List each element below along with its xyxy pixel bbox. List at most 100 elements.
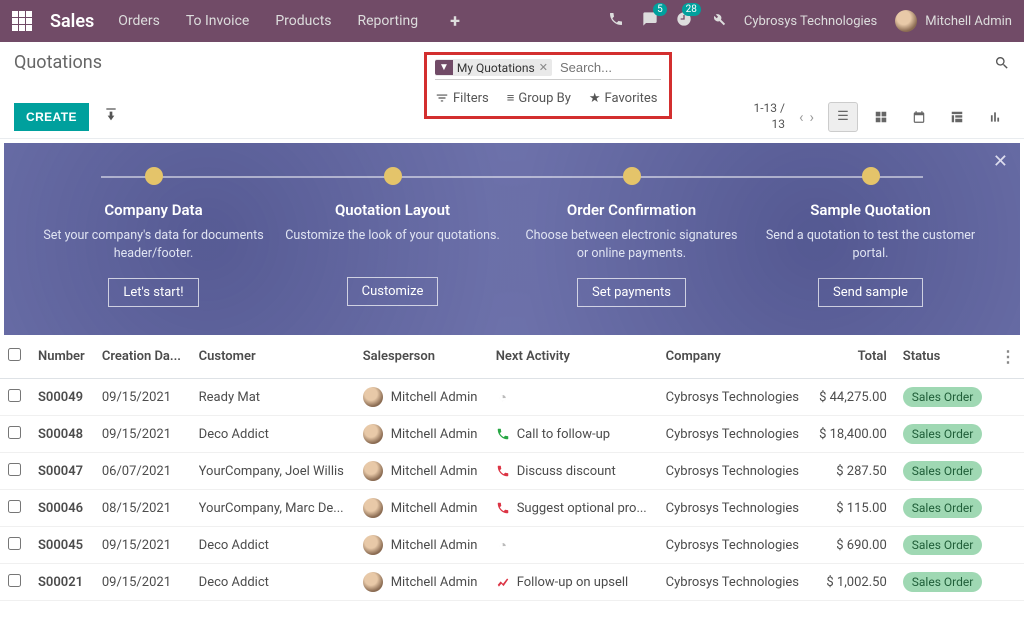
create-button[interactable]: CREATE xyxy=(14,103,89,131)
row-checkbox[interactable] xyxy=(8,537,21,550)
table-row[interactable]: S00048 09/15/2021 Deco Addict Mitchell A… xyxy=(0,416,1024,453)
pager[interactable]: 1-13 / 13 xyxy=(753,101,784,132)
step-action-button[interactable]: Set payments xyxy=(577,278,686,307)
cell-salesperson: Mitchell Admin xyxy=(355,379,488,416)
table-row[interactable]: S00047 06/07/2021 YourCompany, Joel Will… xyxy=(0,453,1024,490)
row-checkbox[interactable] xyxy=(8,426,21,439)
column-options-icon[interactable]: ⋮ xyxy=(1000,347,1016,366)
messages-icon[interactable]: 5 xyxy=(642,11,658,31)
col-status[interactable]: Status xyxy=(895,335,992,379)
phone-icon[interactable] xyxy=(496,464,510,478)
view-list-icon[interactable]: ☰ xyxy=(828,102,858,132)
view-pivot-icon[interactable] xyxy=(942,102,972,132)
row-checkbox[interactable] xyxy=(8,574,21,587)
cell-total: $ 690.00 xyxy=(810,527,895,564)
cell-company: Cybrosys Technologies xyxy=(658,601,810,602)
brand[interactable]: Sales xyxy=(50,11,94,32)
col-date[interactable]: Creation Da... xyxy=(94,335,191,379)
avatar-icon xyxy=(363,461,383,481)
cell-total: $ 115.00 xyxy=(810,490,895,527)
col-activity[interactable]: Next Activity xyxy=(488,335,658,379)
row-checkbox[interactable] xyxy=(8,500,21,513)
phone-icon[interactable] xyxy=(496,427,510,441)
step-action-button[interactable]: Send sample xyxy=(818,278,923,307)
menu-orders[interactable]: Orders xyxy=(118,13,160,29)
chart-icon[interactable] xyxy=(496,575,510,589)
col-total[interactable]: Total xyxy=(810,335,895,379)
cell-date: 09/15/2021 xyxy=(94,527,191,564)
col-customer[interactable]: Customer xyxy=(191,335,355,379)
apps-icon[interactable] xyxy=(12,11,36,31)
facet-remove-icon[interactable]: ✕ xyxy=(539,61,548,74)
cell-customer: Deco Addict xyxy=(191,527,355,564)
status-badge: Sales Order xyxy=(903,498,983,518)
messages-badge: 5 xyxy=(653,3,667,16)
cell-date: 06/07/2021 xyxy=(94,453,191,490)
view-kanban-icon[interactable] xyxy=(866,102,896,132)
step-dot-icon xyxy=(862,167,880,185)
col-number[interactable]: Number xyxy=(30,335,94,379)
step-title: Quotation Layout xyxy=(281,201,504,219)
onboarding-step: Company Data Set your company's data for… xyxy=(34,167,273,307)
cell-company: Cybrosys Technologies xyxy=(658,527,810,564)
step-desc: Send a quotation to test the customer po… xyxy=(759,227,982,262)
table-row[interactable]: S00046 08/15/2021 YourCompany, Marc De..… xyxy=(0,490,1024,527)
menu-new-icon[interactable]: + xyxy=(450,11,460,32)
cell-total: $ 44,275.00 xyxy=(810,379,895,416)
cell-number: S00047 xyxy=(30,453,94,490)
cell-salesperson: Mitchell Admin xyxy=(355,564,488,601)
download-icon[interactable] xyxy=(103,107,119,127)
cell-activity: Call to follow-up xyxy=(488,416,658,453)
favorites-button[interactable]: ★ Favorites xyxy=(589,90,658,106)
col-company[interactable]: Company xyxy=(658,335,810,379)
pager-prev-icon[interactable]: ‹ xyxy=(799,108,804,126)
table-row[interactable]: S00045 09/15/2021 Deco Addict Mitchell A… xyxy=(0,527,1024,564)
clock-icon[interactable]: ◔ xyxy=(496,389,510,406)
cell-activity: Discuss discount xyxy=(488,453,658,490)
cell-total: $ 287.50 xyxy=(810,453,895,490)
close-icon[interactable]: ✕ xyxy=(993,151,1008,172)
user-menu[interactable]: Mitchell Admin xyxy=(895,10,1012,32)
view-graph-icon[interactable] xyxy=(980,102,1010,132)
tools-icon[interactable] xyxy=(710,11,726,31)
filters-button[interactable]: Filters xyxy=(435,90,489,106)
view-calendar-icon[interactable] xyxy=(904,102,934,132)
cell-company: Cybrosys Technologies xyxy=(658,490,810,527)
menu-to-invoice[interactable]: To Invoice xyxy=(186,13,250,29)
main-menu: Orders To Invoice Products Reporting + xyxy=(118,11,460,32)
step-title: Order Confirmation xyxy=(520,201,743,219)
search-input[interactable] xyxy=(560,60,661,75)
clock-icon[interactable]: ◔ xyxy=(496,537,510,554)
step-title: Company Data xyxy=(42,201,265,219)
pager-next-icon[interactable]: › xyxy=(809,108,814,126)
cell-salesperson: Mitchell Admin xyxy=(355,490,488,527)
select-all-checkbox[interactable] xyxy=(8,348,21,361)
avatar-icon xyxy=(363,535,383,555)
activities-icon[interactable]: 28 xyxy=(676,11,692,31)
search-icon[interactable] xyxy=(994,52,1010,75)
menu-products[interactable]: Products xyxy=(275,13,331,29)
cell-activity: ◔ xyxy=(488,379,658,416)
row-checkbox[interactable] xyxy=(8,389,21,402)
menu-reporting[interactable]: Reporting xyxy=(358,13,419,29)
cell-customer: Deco Addict xyxy=(191,564,355,601)
status-badge: Sales Order xyxy=(903,387,983,407)
table-row[interactable]: S00007 09/15/2021 Gemini Furniture Mitch… xyxy=(0,601,1024,602)
groupby-button[interactable]: ≡ Group By xyxy=(507,90,571,106)
step-action-button[interactable]: Customize xyxy=(347,277,439,306)
control-panel: Quotations ▼ My Quotations ✕ Filters ≡ G… xyxy=(0,42,1024,139)
phone-icon[interactable] xyxy=(496,501,510,515)
step-action-button[interactable]: Let's start! xyxy=(108,278,198,307)
company-switcher[interactable]: Cybrosys Technologies xyxy=(744,14,877,29)
cell-number: S00046 xyxy=(30,490,94,527)
search-facet[interactable]: ▼ My Quotations ✕ xyxy=(435,59,552,76)
search-bar[interactable]: ▼ My Quotations ✕ xyxy=(435,59,661,80)
cell-number: S00048 xyxy=(30,416,94,453)
status-badge: Sales Order xyxy=(903,424,983,444)
step-desc: Choose between electronic signatures or … xyxy=(520,227,743,262)
row-checkbox[interactable] xyxy=(8,463,21,476)
table-row[interactable]: S00049 09/15/2021 Ready Mat Mitchell Adm… xyxy=(0,379,1024,416)
phone-icon[interactable] xyxy=(608,11,624,31)
col-salesperson[interactable]: Salesperson xyxy=(355,335,488,379)
table-row[interactable]: S00021 09/15/2021 Deco Addict Mitchell A… xyxy=(0,564,1024,601)
